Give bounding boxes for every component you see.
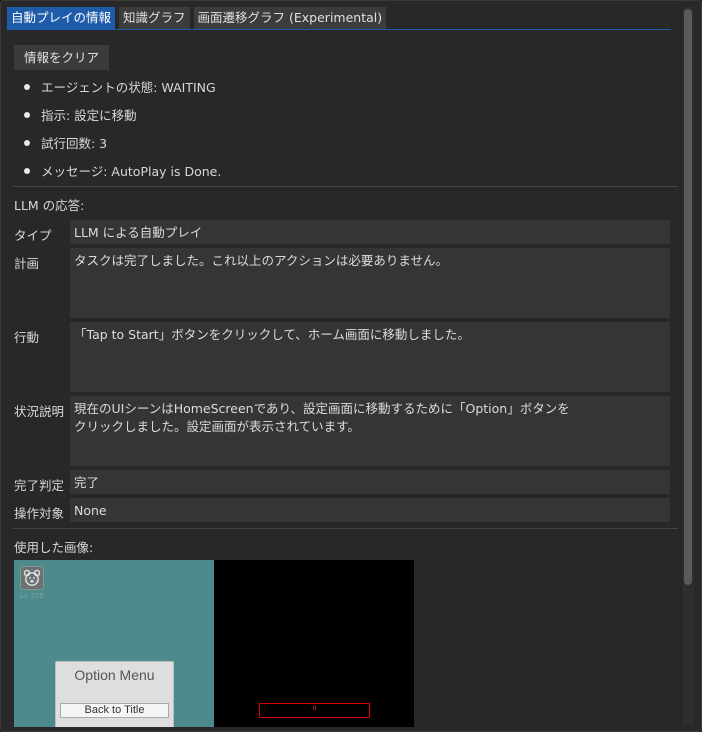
type-value: LLM による自動プレイ (74, 225, 203, 240)
situation-value: 現在のUIシーンはHomeScreenであり、設定画面に移動するために「Opti… (74, 401, 570, 434)
target-value: None (74, 503, 107, 518)
target-field[interactable]: None (70, 498, 670, 522)
plan-field[interactable]: タスクは完了しました。これ以上のアクションは必要ありません。 (70, 248, 670, 318)
game-screen-panel: Lv 255 Option Menu Back to Title (14, 560, 214, 727)
situation-field[interactable]: 現在のUIシーンはHomeScreenであり、設定画面に移動するために「Opti… (70, 396, 670, 466)
action-field[interactable]: 「Tap to Start」ボタンをクリックして、ホーム画面に移動しました。 (70, 322, 670, 392)
scrollbar-thumb[interactable] (684, 9, 692, 585)
bear-avatar-icon (20, 566, 44, 590)
plan-label: 計画 (14, 256, 40, 271)
completion-label: 完了判定 (14, 478, 65, 493)
option-menu-title: Option Menu (74, 667, 155, 683)
game-screen-dark-panel: 0 (214, 560, 414, 727)
level-text: Lv 255 (20, 592, 44, 600)
vertical-scrollbar[interactable] (681, 7, 694, 725)
type-label: タイプ (14, 228, 52, 243)
option-menu-dialog: Option Menu Back to Title (55, 661, 174, 727)
used-screenshot-image: Lv 255 Option Menu Back to Title 0 (14, 560, 414, 727)
plan-value: タスクは完了しました。これ以上のアクションは必要ありません。 (74, 253, 449, 268)
completion-field[interactable]: 完了 (70, 470, 670, 494)
status-attempts: 試行回数: 3 (23, 133, 663, 161)
status-agent-state: エージェントの状態: WAITING (23, 77, 663, 105)
status-message: メッセージ: AutoPlay is Done. (23, 161, 663, 189)
separator (13, 528, 678, 529)
target-label: 操作対象 (14, 506, 65, 521)
back-to-title-button: Back to Title (60, 703, 169, 718)
used-image-label: 使用した画像: (14, 540, 94, 555)
content-area: 情報をクリア エージェントの状態: WAITING 指示: 設定に移動 試行回数… (7, 9, 680, 727)
completion-value: 完了 (74, 475, 100, 490)
status-list: エージェントの状態: WAITING 指示: 設定に移動 試行回数: 3 メッセ… (23, 77, 663, 189)
action-label: 行動 (14, 330, 40, 345)
clear-info-button[interactable]: 情報をクリア (14, 45, 110, 70)
separator (13, 186, 678, 187)
situation-label: 状況説明 (14, 404, 65, 419)
status-instruction: 指示: 設定に移動 (23, 105, 663, 133)
action-value: 「Tap to Start」ボタンをクリックして、ホーム画面に移動しました。 (74, 327, 470, 342)
type-field[interactable]: LLM による自動プレイ (70, 220, 670, 244)
agent-info-window: 自動プレイの情報 知識グラフ 画面遷移グラフ (Experimental) 情報… (0, 0, 702, 732)
highlight-box: 0 (259, 703, 370, 718)
llm-response-label: LLM の応答: (14, 198, 85, 213)
highlight-box-text: 0 (312, 705, 317, 712)
